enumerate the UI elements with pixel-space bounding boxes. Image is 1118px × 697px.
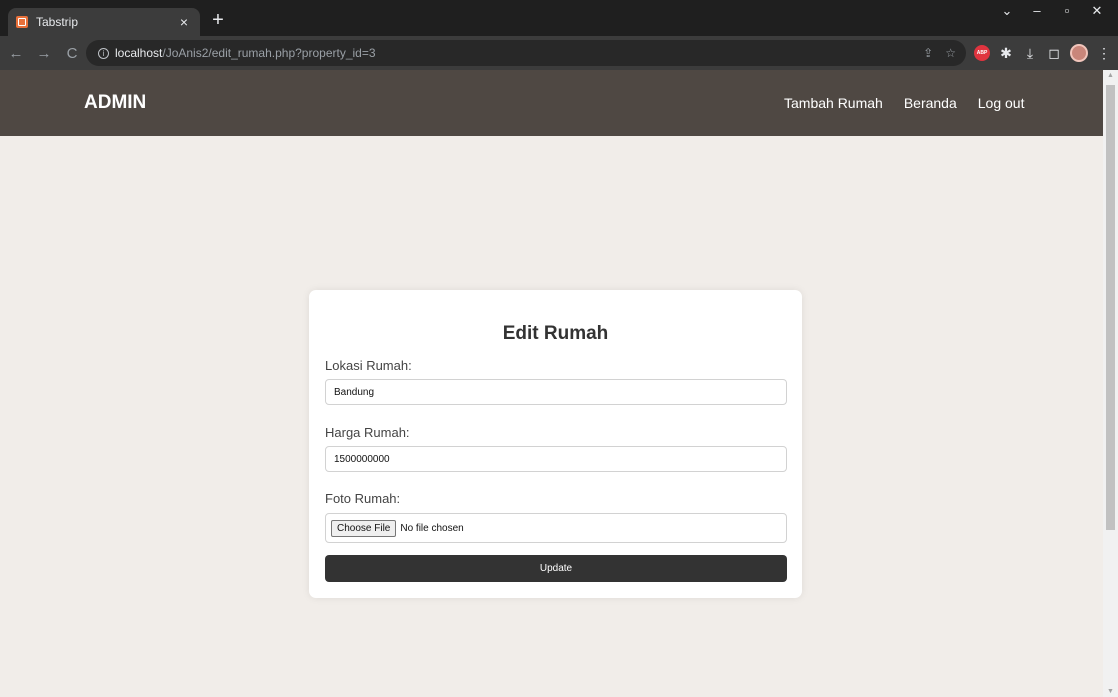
brand-logo[interactable]: ADMIN [84, 92, 146, 114]
update-button[interactable]: Update [325, 555, 787, 582]
file-status-text: No file chosen [400, 522, 464, 534]
location-label: Lokasi Rumah: [325, 358, 412, 373]
page-scrollbar[interactable]: ▲ ▼ [1103, 70, 1118, 697]
browser-menu-icon[interactable]: ⋮ [1096, 45, 1112, 62]
tab-search-icon[interactable]: ⌄ [992, 0, 1022, 24]
address-bar[interactable]: i localhost /JoAnis2/edit_rumah.php?prop… [86, 40, 966, 66]
close-tab-icon[interactable]: × [176, 14, 192, 30]
back-icon[interactable]: ← [4, 45, 28, 62]
extensions-puzzle-icon[interactable]: ✱ [998, 45, 1014, 62]
restore-icon[interactable]: ▫ [1052, 0, 1082, 24]
favicon-icon [16, 16, 28, 28]
form-title: Edit Rumah [502, 323, 609, 344]
site-navbar: ADMIN Tambah Rumah Beranda Log out [0, 70, 1103, 136]
nav-link-logout[interactable]: Log out [978, 95, 1025, 111]
location-input[interactable] [325, 379, 787, 405]
scroll-down-icon[interactable]: ▼ [1103, 688, 1118, 695]
url-host: localhost [115, 46, 163, 60]
download-icon[interactable]: ⤓ [1022, 45, 1038, 62]
browser-tab[interactable]: Tabstrip × [8, 8, 200, 36]
nav-links: Tambah Rumah Beranda Log out [784, 95, 1045, 111]
photo-label: Foto Rumah: [325, 491, 401, 506]
close-window-icon[interactable]: ✕ [1082, 0, 1112, 24]
bookmark-star-icon[interactable]: ☆ [945, 46, 956, 60]
edit-form-card: Edit Rumah Lokasi Rumah: Harga Rumah: Fo… [309, 290, 802, 598]
site-info-icon[interactable]: i [98, 47, 109, 59]
choose-file-button[interactable]: Choose File [331, 519, 397, 537]
omnibox-actions: ⇪ ☆ [923, 46, 956, 60]
new-tab-icon[interactable]: + [207, 9, 229, 31]
browser-toolbar: ← → C i localhost /JoAnis2/edit_rumah.ph… [0, 36, 1118, 70]
tab-title: Tabstrip [36, 15, 79, 29]
price-input[interactable] [325, 446, 787, 472]
browser-tabstrip: Tabstrip × + ⌄ – ▫ ✕ [0, 0, 1118, 36]
reload-icon[interactable]: C [60, 45, 84, 62]
forward-icon[interactable]: → [32, 45, 56, 62]
nav-link-beranda[interactable]: Beranda [904, 95, 957, 111]
price-label: Harga Rumah: [325, 425, 410, 440]
nav-link-tambah-rumah[interactable]: Tambah Rumah [784, 95, 883, 111]
minimize-icon[interactable]: – [1022, 0, 1052, 24]
extension-toolbar: ABP ✱ ⤓ ◻ ⋮ [974, 44, 1112, 62]
scroll-thumb[interactable] [1106, 85, 1115, 530]
url-path: /JoAnis2/edit_rumah.php?property_id=3 [162, 46, 376, 60]
profile-avatar-icon[interactable] [1070, 44, 1088, 62]
scroll-up-icon[interactable]: ▲ [1103, 72, 1118, 79]
window-controls: ⌄ – ▫ ✕ [992, 0, 1112, 24]
photo-file-input[interactable]: Choose File No file chosen [325, 513, 787, 543]
adblock-icon[interactable]: ABP [974, 45, 990, 61]
side-panel-icon[interactable]: ◻ [1046, 45, 1062, 62]
share-icon[interactable]: ⇪ [923, 46, 933, 60]
